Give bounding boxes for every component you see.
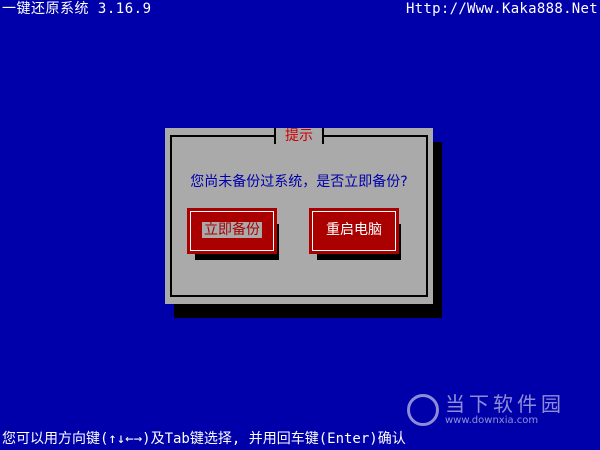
watermark: 当下软件园 www.downxia.com (407, 390, 582, 430)
dialog-title: 提示 (285, 128, 313, 144)
dialog-frame-top-left (170, 135, 274, 137)
title-divider-right (322, 128, 324, 144)
keyboard-hint: 您可以用方向键(↑↓←→)及Tab键选择, 并用回车键(Enter)确认 (2, 431, 406, 447)
restart-computer-button[interactable]: 重启电脑 (309, 208, 399, 254)
watermark-name: 当下软件园 (445, 392, 565, 416)
watermark-logo-icon (407, 394, 439, 426)
backup-now-label-text: 立即备份 (202, 222, 262, 238)
dialog-title-box: 提示 (269, 128, 329, 146)
backup-now-button[interactable]: 立即备份 (187, 208, 277, 254)
prompt-dialog: 提示 您尚未备份过系统，是否立即备份? 立即备份 重启电脑 (165, 128, 433, 304)
backup-now-label: 立即备份 (187, 221, 277, 239)
dialog-message: 您尚未备份过系统，是否立即备份? (190, 174, 408, 190)
watermark-text: 当下软件园 www.downxia.com (445, 393, 565, 427)
watermark-url: www.downxia.com (445, 415, 539, 426)
dialog-frame-top-right (324, 135, 428, 137)
website-url: Http://Www.Kaka888.Net (405, 1, 598, 17)
restart-computer-label: 重启电脑 (309, 221, 399, 239)
restart-computer-label-text: 重启电脑 (326, 222, 382, 238)
app-title: 一键还原系统 3.16.9 (2, 1, 152, 17)
